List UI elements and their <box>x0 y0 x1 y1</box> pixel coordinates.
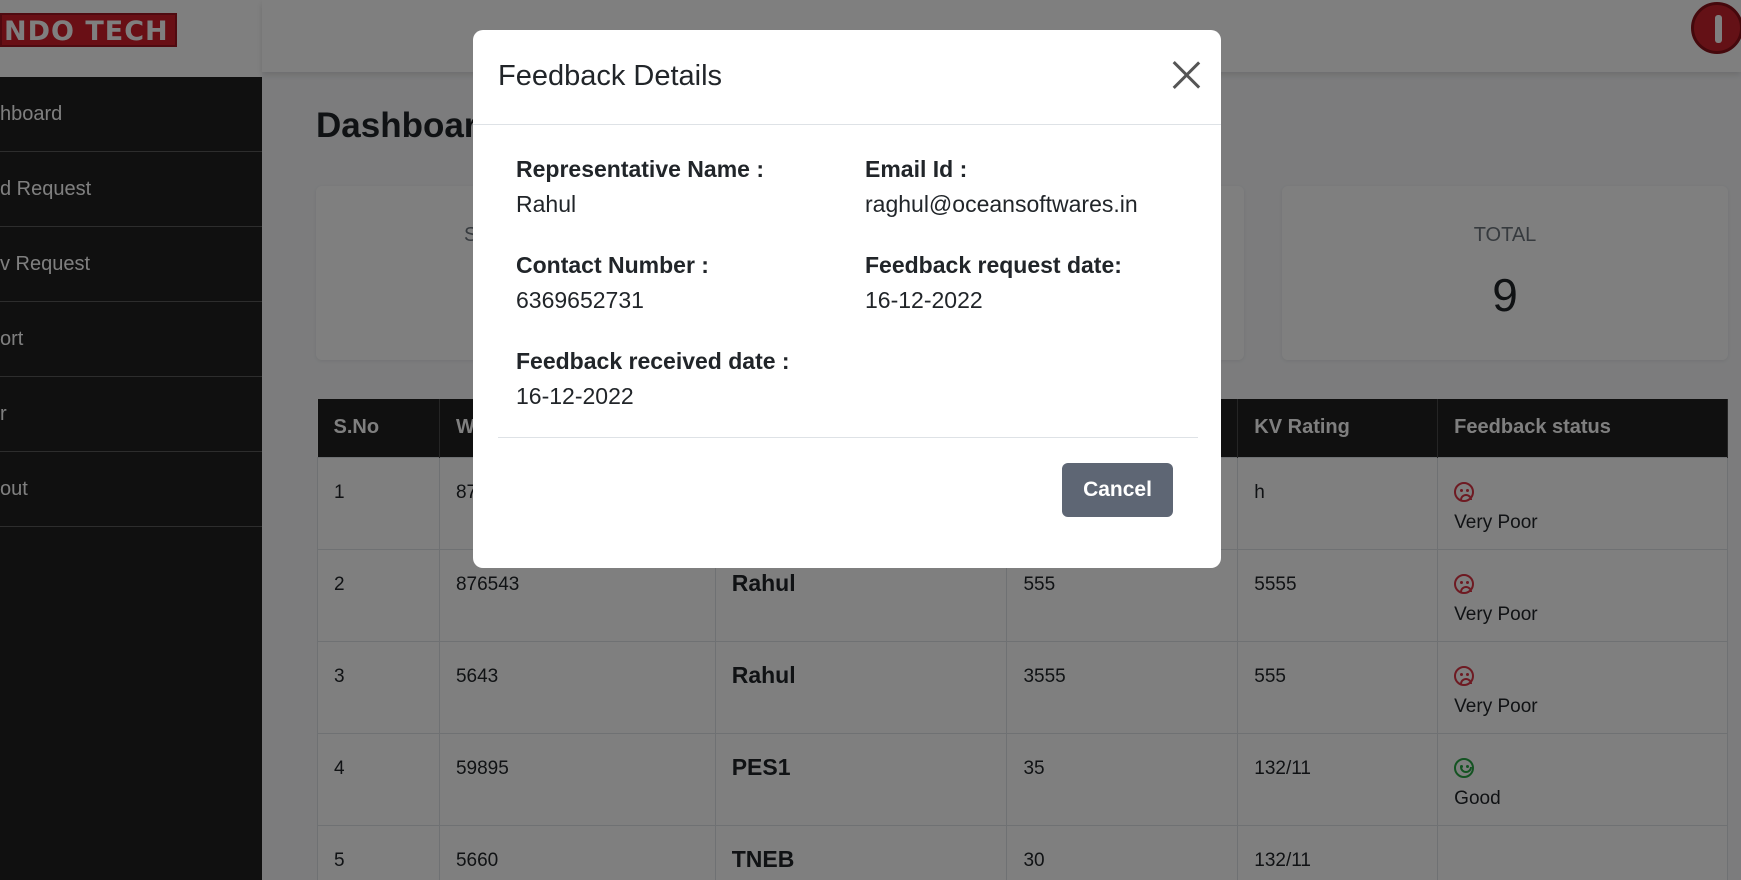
feedback-request-date-label: Feedback request date: <box>865 252 1122 278</box>
feedback-received-date-label: Feedback received date : <box>516 348 790 374</box>
contact-number-value: 6369652731 <box>516 287 644 313</box>
email-value: raghul@oceansoftwares.in <box>865 191 1138 217</box>
close-icon[interactable] <box>1170 59 1202 91</box>
representative-name-value: Rahul <box>516 191 577 217</box>
feedback-request-date-value: 16-12-2022 <box>865 287 983 313</box>
contact-number-label: Contact Number : <box>516 252 709 278</box>
feedback-details-modal: Feedback Details Representative Name : R… <box>473 30 1221 568</box>
modal-header: Feedback Details <box>473 30 1221 125</box>
modal-title: Feedback Details <box>498 60 723 92</box>
modal-divider <box>498 437 1198 438</box>
representative-name-label: Representative Name : <box>516 156 764 182</box>
cancel-button[interactable]: Cancel <box>1062 463 1173 517</box>
email-label: Email Id : <box>865 156 968 182</box>
feedback-received-date-value: 16-12-2022 <box>516 383 634 409</box>
